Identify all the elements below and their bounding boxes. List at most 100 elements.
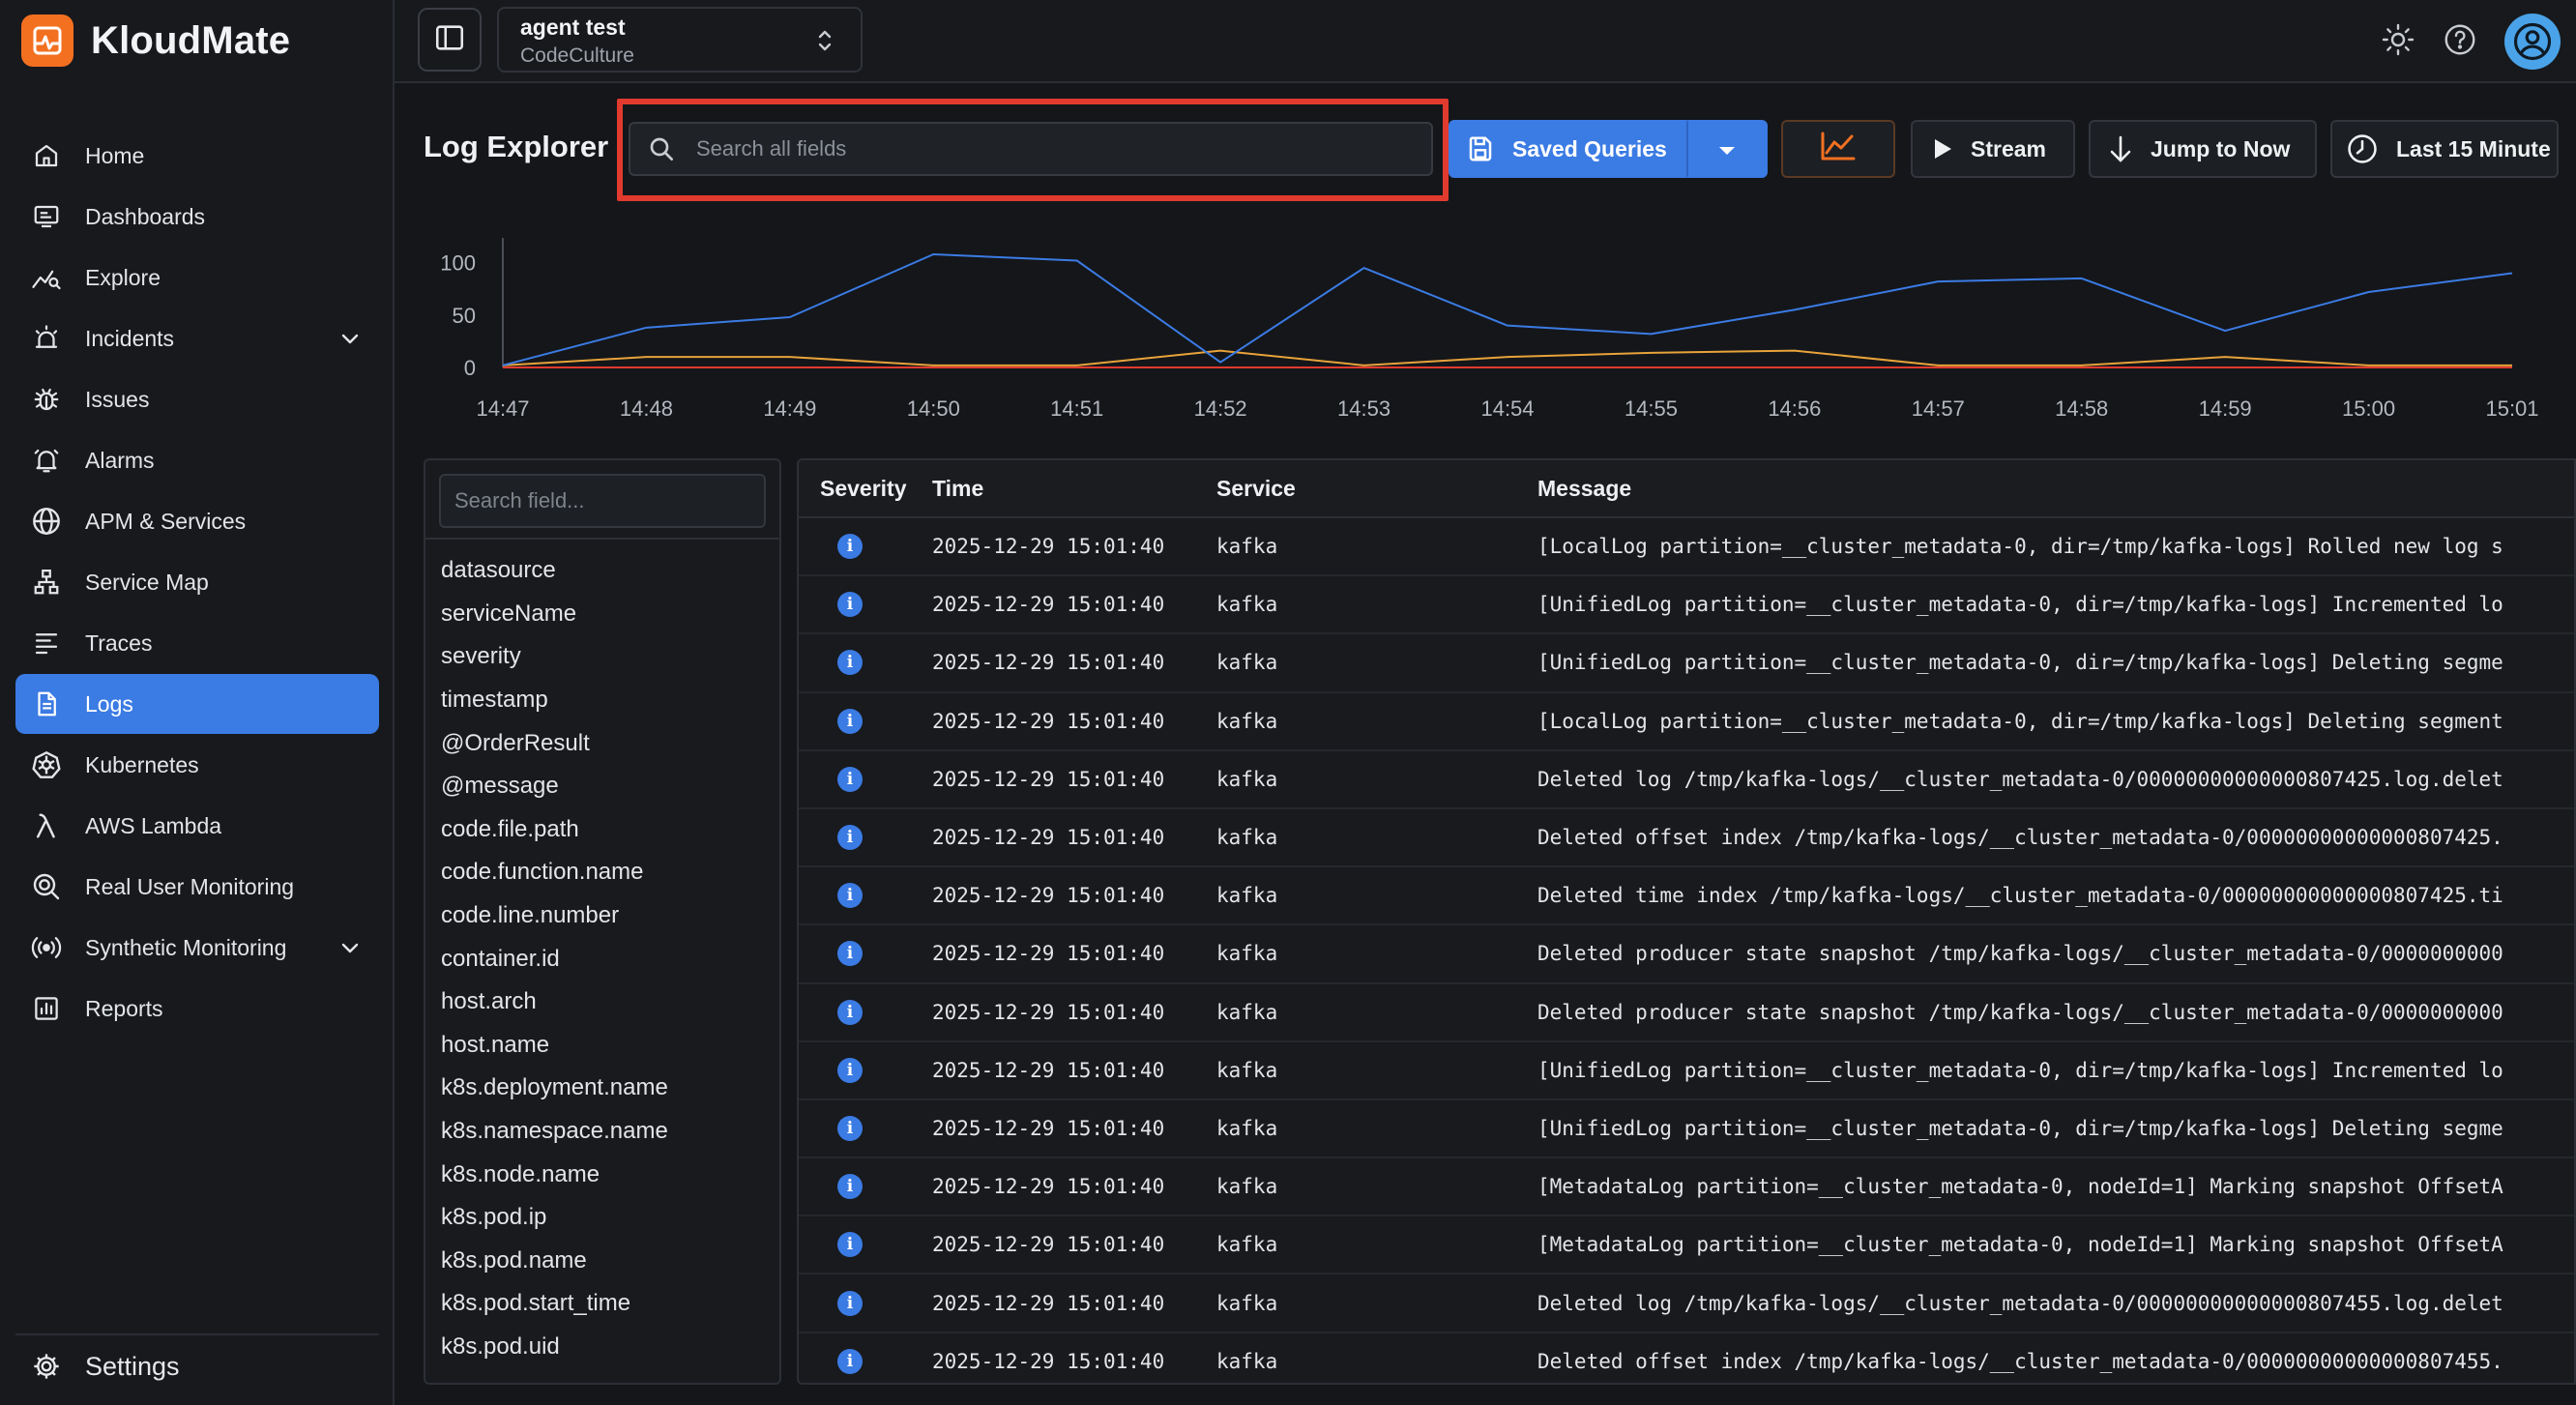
field-item[interactable]: code.file.path [441,808,779,852]
sidebar-item-label: Issues [85,386,150,412]
table-row[interactable]: i 2025-12-29 15:01:40 kafka Deleted log /tm… [799,1274,2574,1333]
saved-queries-label: Saved Queries [1512,135,1667,161]
sidebar-item-explore[interactable]: Explore [15,248,379,307]
service-cell: kafka [1216,767,1278,791]
field-item[interactable]: k8s.pod.uid [441,1326,779,1369]
sidebar-item-aws-lambda[interactable]: AWS Lambda [15,796,379,856]
sidebar-item-service-map[interactable]: Service Map [15,552,379,612]
sidebar-item-synthetic-monitoring[interactable]: Synthetic Monitoring [15,918,379,978]
x-tick-label: 14:59 [2199,396,2252,421]
saved-queries-dropdown-button[interactable] [1686,120,1768,178]
sidebar-item-traces[interactable]: Traces [15,613,379,673]
sidebar-item-kubernetes[interactable]: Kubernetes [15,735,379,795]
field-item[interactable]: @message [441,765,779,808]
table-row[interactable]: i 2025-12-29 15:01:40 kafka [UnifiedLog par… [799,634,2574,693]
table-row[interactable]: i 2025-12-29 15:01:40 kafka [UnifiedLog par… [799,1042,2574,1100]
sidebar-item-apm-services[interactable]: APM & Services [15,491,379,551]
field-item[interactable]: k8s.node.name [441,1153,779,1196]
table-row[interactable]: i 2025-12-29 15:01:40 kafka [UnifiedLog par… [799,1100,2574,1159]
field-item[interactable]: @OrderResult [441,721,779,765]
brand[interactable]: KloudMate [21,14,290,68]
time-cell: 2025-12-29 15:01:40 [932,709,1165,733]
sidebar-item-label: APM & Services [85,508,247,534]
column-header-severity[interactable]: Severity [799,476,919,502]
table-row[interactable]: i 2025-12-29 15:01:40 kafka Deleted log /tm… [799,751,2574,809]
x-tick-label: 14:51 [1050,396,1103,421]
search-input[interactable] [696,136,1431,161]
column-header-service[interactable]: Service [1207,476,1530,502]
field-item[interactable]: serviceName [441,593,779,636]
workspace-selector[interactable]: agent test CodeCulture [497,7,863,73]
severity-cell: i [799,650,919,676]
severity-cell: i [799,941,919,967]
column-header-message[interactable]: Message [1530,476,2574,502]
chevron-down-icon[interactable] [338,936,362,959]
table-row[interactable]: i 2025-12-29 15:01:40 kafka [LocalLog parti… [799,693,2574,751]
sidebar-item-label: Settings [85,1351,180,1381]
info-severity-icon: i [837,592,863,618]
field-item[interactable]: container.id [441,937,779,981]
field-item[interactable]: code.function.name [441,851,779,894]
field-item[interactable]: host.arch [441,981,779,1024]
sidebar-item-reports[interactable]: Reports [15,979,379,1039]
toggle-chart-button[interactable] [1781,120,1895,178]
table-row[interactable]: i 2025-12-29 15:01:40 kafka Deleted produce… [799,984,2574,1042]
field-item[interactable]: severity [441,635,779,679]
info-severity-icon: i [837,650,863,676]
stream-button[interactable]: Stream [1911,120,2075,178]
field-item[interactable]: k8s.pod.name [441,1240,779,1283]
time-cell: 2025-12-29 15:01:40 [932,826,1165,850]
x-tick-label: 14:52 [1194,396,1247,421]
time-range-label: Last 15 Minute [2396,135,2551,161]
time-range-button[interactable]: Last 15 Minute [2330,120,2559,178]
sidebar-toggle-button[interactable] [418,8,482,72]
chevron-down-icon[interactable] [338,327,362,350]
x-tick-label: 14:55 [1625,396,1678,421]
info-severity-icon: i [837,708,863,734]
sidebar-panel-icon [433,21,466,59]
table-row[interactable]: i 2025-12-29 15:01:40 kafka [UnifiedLog par… [799,576,2574,635]
table-row[interactable]: i 2025-12-29 15:01:40 kafka [MetadataLog pa… [799,1158,2574,1217]
theme-sun-icon[interactable] [2381,22,2415,62]
help-icon[interactable] [2443,22,2477,62]
sidebar-item-dashboards[interactable]: Dashboards [15,187,379,247]
sidebar-item-settings[interactable]: Settings [15,1333,379,1397]
severity-cell: i [799,1115,919,1141]
avatar[interactable] [2504,14,2561,70]
field-item[interactable]: code.line.number [441,894,779,938]
info-severity-icon: i [837,1115,863,1141]
field-item[interactable]: k8s.pod.ip [441,1196,779,1240]
field-search[interactable] [439,474,766,528]
search-bar[interactable] [629,122,1433,176]
service-map-icon [29,565,64,600]
field-search-input[interactable] [454,488,745,513]
saved-queries-button[interactable]: Saved Queries [1449,120,1686,178]
sidebar-item-logs[interactable]: Logs [15,674,379,734]
field-item[interactable]: datasource [441,549,779,593]
x-tick-label: 14:48 [620,396,673,421]
table-row[interactable]: i 2025-12-29 15:01:40 kafka Deleted offset … [799,809,2574,868]
sidebar-item-home[interactable]: Home [15,126,379,186]
table-row[interactable]: i 2025-12-29 15:01:40 kafka Deleted offset … [799,1333,2574,1383]
service-cell: kafka [1216,535,1278,559]
field-item[interactable]: k8s.pod.start_time [441,1282,779,1326]
sidebar-item-alarms[interactable]: Alarms [15,430,379,490]
table-row[interactable]: i 2025-12-29 15:01:40 kafka Deleted time in… [799,867,2574,926]
table-row[interactable]: i 2025-12-29 15:01:40 kafka [LocalLog parti… [799,518,2574,577]
sidebar-item-real-user-monitoring[interactable]: Real User Monitoring [15,857,379,917]
field-item[interactable]: host.name [441,1024,779,1068]
table-row[interactable]: i 2025-12-29 15:01:40 kafka Deleted produce… [799,925,2574,984]
jump-to-now-button[interactable]: Jump to Now [2089,120,2317,178]
table-header: Severity Time Service Message [799,460,2574,518]
table-row[interactable]: i 2025-12-29 15:01:40 kafka [MetadataLog pa… [799,1216,2574,1275]
clock-icon [2346,132,2379,165]
field-item[interactable]: k8s.namespace.name [441,1110,779,1154]
sidebar-item-incidents[interactable]: Incidents [15,308,379,368]
sidebar-item-label: AWS Lambda [85,812,222,838]
series-line [502,349,2512,366]
field-item[interactable]: k8s.deployment.name [441,1067,779,1110]
column-header-time[interactable]: Time [919,476,1207,502]
field-item[interactable]: timestamp [441,679,779,722]
sidebar-item-issues[interactable]: Issues [15,369,379,429]
severity-cell: i [799,1290,919,1316]
